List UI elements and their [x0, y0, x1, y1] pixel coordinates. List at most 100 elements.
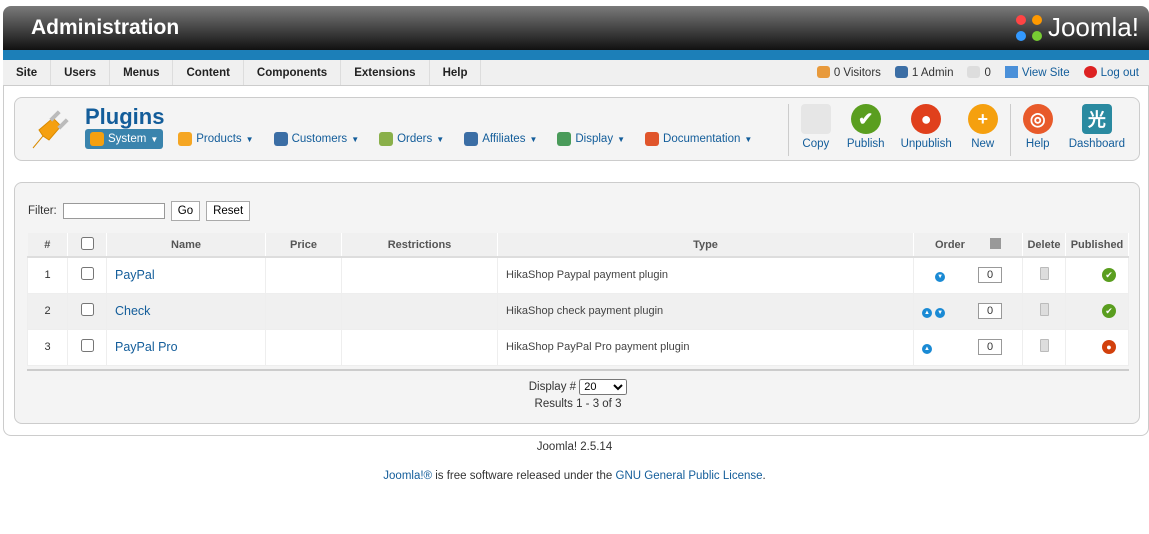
toolbar-divider — [787, 104, 789, 156]
joomla-logo-icon — [1014, 13, 1044, 43]
visitors-status[interactable]: 0 Visitors — [816, 60, 881, 86]
monitor-icon — [1004, 66, 1018, 78]
license-text: Joomla!® is free software released under… — [383, 470, 766, 482]
published-check-icon[interactable]: ✔ — [1102, 268, 1116, 283]
submenu-display[interactable]: Display ▼ — [552, 129, 630, 149]
go-button[interactable]: Go — [170, 201, 201, 221]
system-icon — [90, 132, 104, 146]
order-input[interactable]: 0 — [978, 339, 1002, 355]
table-row: 2 Check HikaShop check payment plugin ▲ … — [27, 292, 1129, 330]
documentation-icon — [645, 132, 660, 146]
plugin-name-link[interactable]: PayPal Pro — [107, 340, 178, 354]
row-checkbox[interactable] — [80, 267, 94, 281]
logout-icon — [1083, 66, 1097, 78]
chevron-down-icon: ▼ — [245, 134, 254, 144]
user-icon — [894, 66, 908, 78]
submenu-affiliates[interactable]: Affiliates ▼ — [459, 129, 542, 149]
reset-button[interactable]: Reset — [206, 201, 251, 221]
select-all-checkbox[interactable] — [80, 236, 94, 250]
unpublish-button[interactable]: ● Unpublish — [893, 104, 960, 150]
help-icon: ◎ — [1022, 104, 1053, 134]
table-row: 3 PayPal Pro HikaShop PayPal Pro payment… — [27, 328, 1129, 366]
dashboard-button[interactable]: 光 Dashboard — [1061, 104, 1133, 150]
version-text: Joomla! 2.5.14 — [536, 441, 613, 453]
move-up-icon[interactable]: ▲ — [922, 308, 932, 318]
trash-icon[interactable] — [1039, 303, 1049, 316]
menu-components[interactable]: Components — [244, 60, 342, 85]
row-checkbox[interactable] — [80, 339, 94, 352]
order-input[interactable]: 0 — [978, 267, 1002, 284]
chevron-down-icon: ▼ — [617, 134, 626, 144]
header-strip — [3, 50, 1149, 60]
move-down-icon[interactable]: ▼ — [935, 308, 946, 318]
unpublish-icon: ● — [911, 104, 942, 134]
header-bar: Administration Joomla! — [3, 6, 1149, 50]
type-cell: HikaShop PayPal Pro payment plugin — [497, 328, 914, 366]
restrictions-cell — [341, 328, 498, 366]
col-select-all — [67, 233, 107, 258]
toolbar-divider — [1009, 104, 1011, 156]
unpublished-icon[interactable]: ● — [1102, 340, 1116, 354]
published-check-icon[interactable]: ✔ — [1102, 304, 1116, 318]
col-restrictions[interactable]: Restrictions — [341, 233, 498, 258]
help-button[interactable]: ◎ Help — [1015, 104, 1061, 150]
customers-icon — [273, 132, 288, 146]
new-button[interactable]: + New — [960, 104, 1006, 150]
admin-status[interactable]: 1 Admin — [894, 60, 953, 86]
filter-bar: Filter: Go Reset — [28, 201, 251, 221]
save-order-icon[interactable] — [990, 238, 1002, 249]
row-checkbox[interactable] — [80, 303, 94, 316]
joomla-logo: Joomla! — [1014, 12, 1139, 43]
toolbar: Plugins System ▼ Products ▼ Customers ▼ Orders… — [14, 97, 1140, 161]
display-count-select[interactable]: 20 — [579, 379, 628, 395]
publish-button[interactable]: ✔ Publish — [839, 104, 893, 150]
submenu-system[interactable]: System ▼ — [85, 129, 164, 149]
col-order[interactable]: Order — [913, 233, 1023, 258]
publish-icon: ✔ — [850, 104, 881, 134]
chevron-down-icon: ▼ — [150, 134, 159, 144]
menu-content[interactable]: Content — [173, 60, 244, 85]
col-published[interactable]: Published — [1065, 233, 1129, 258]
page-title: Plugins — [85, 104, 165, 129]
col-delete: Delete — [1022, 233, 1066, 258]
logout-link[interactable]: Log out — [1083, 60, 1139, 86]
plugin-name-link[interactable]: Check — [107, 304, 150, 318]
toolbar-buttons: Copy ✔ Publish ● Unpublish + New ◎ Help 光 Dashboar… — [784, 104, 1133, 156]
view-site-link[interactable]: View Site — [1004, 60, 1070, 86]
pagination: Display # 20 Results 1 - 3 of 3 — [27, 369, 1129, 411]
price-cell — [265, 256, 342, 294]
plugin-name-link[interactable]: PayPal — [107, 268, 155, 282]
filter-label: Filter: — [28, 205, 57, 217]
trash-icon[interactable] — [1039, 339, 1049, 352]
submenu-documentation[interactable]: Documentation ▼ — [640, 129, 757, 149]
copy-button[interactable]: Copy — [793, 104, 839, 150]
gpl-link[interactable]: GNU General Public License — [616, 470, 763, 482]
move-up-icon[interactable]: ▲ — [922, 344, 932, 354]
col-name[interactable]: Name — [106, 233, 266, 258]
submenu-orders[interactable]: Orders ▼ — [374, 129, 449, 149]
message-icon — [967, 66, 981, 78]
menu-users[interactable]: Users — [51, 60, 111, 85]
move-down-icon[interactable]: ▼ — [935, 272, 946, 283]
submenu-customers[interactable]: Customers ▼ — [269, 129, 365, 149]
new-icon: + — [967, 104, 998, 134]
chevron-down-icon: ▼ — [436, 134, 445, 144]
plugins-table: # Name Price Restrictions Type Order Del… — [27, 233, 1129, 366]
menu-help[interactable]: Help — [430, 60, 482, 85]
submenu: System ▼ Products ▼ Customers ▼ Orders ▼ Affilia… — [85, 129, 757, 149]
price-cell — [265, 292, 342, 330]
col-price[interactable]: Price — [265, 233, 342, 258]
content-panel: Filter: Go Reset # Name Price Restrictio… — [14, 182, 1140, 424]
submenu-products[interactable]: Products ▼ — [173, 129, 258, 149]
trash-icon[interactable] — [1039, 267, 1049, 281]
menu-site[interactable]: Site — [3, 60, 52, 85]
messages-status[interactable]: 0 — [967, 60, 991, 86]
filter-input[interactable] — [62, 203, 165, 219]
col-type[interactable]: Type — [497, 233, 914, 258]
dashboard-icon: 光 — [1081, 104, 1112, 134]
menu-menus[interactable]: Menus — [110, 60, 174, 85]
restrictions-cell — [341, 256, 498, 294]
menu-extensions[interactable]: Extensions — [341, 60, 430, 85]
order-input[interactable]: 0 — [978, 303, 1002, 319]
joomla-link[interactable]: Joomla!® — [383, 470, 432, 482]
